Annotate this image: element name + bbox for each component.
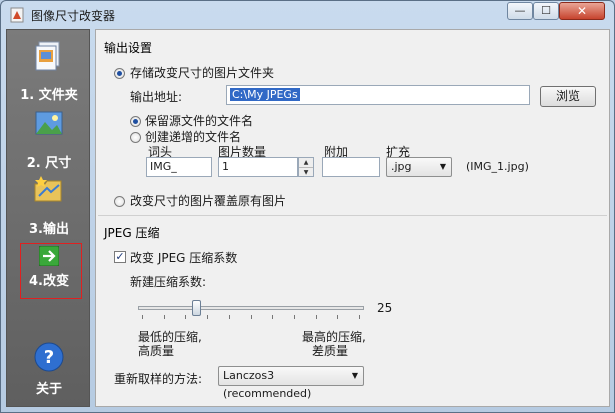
close-button[interactable]: ✕ bbox=[559, 2, 605, 20]
count-input[interactable]: 1 bbox=[218, 157, 298, 177]
sidebar-label-about: 关于 bbox=[35, 382, 62, 397]
slider-tick bbox=[250, 315, 252, 319]
help-icon: ? bbox=[34, 342, 64, 372]
sidebar-item-about[interactable]: ? 关于 bbox=[7, 340, 91, 404]
output-path-input[interactable]: C:\My JPEGs bbox=[226, 85, 530, 105]
suffix-input[interactable] bbox=[322, 157, 380, 177]
sidebar: 1. 文件夹 2. 尺寸 3.输出 4.改变 ? 关于 bbox=[6, 29, 90, 407]
output-folder-icon bbox=[34, 176, 62, 202]
compression-factor-label: 新建压缩系数: bbox=[130, 275, 207, 289]
jpeg-factor-checkbox-label: 改变 JPEG 压缩系数 bbox=[130, 251, 238, 265]
poor-quality-label: 差质量 bbox=[312, 344, 349, 358]
close-icon: ✕ bbox=[576, 4, 588, 18]
overwrite-radio[interactable] bbox=[114, 196, 125, 207]
jpeg-group-divider bbox=[98, 215, 607, 216]
main-panel: 输出设置 存储改变尺寸的图片文件夹 输出地址: C:\My JPEGs 浏览 保… bbox=[95, 29, 610, 407]
jpeg-group-title: JPEG 压缩 bbox=[104, 226, 160, 240]
store-folder-label: 存储改变尺寸的图片文件夹 bbox=[130, 66, 275, 80]
compression-value: 25 bbox=[377, 301, 393, 315]
sidebar-item-size[interactable]: 2. 尺寸 bbox=[7, 104, 91, 171]
slider-tick bbox=[359, 315, 360, 319]
resample-method-value: Lanczos3 (recommended) bbox=[223, 369, 312, 400]
maximize-icon: ☐ bbox=[541, 4, 551, 17]
prefix-input[interactable]: IMG_ bbox=[146, 157, 212, 177]
sidebar-item-change[interactable]: 4.改变 bbox=[7, 238, 91, 302]
store-folder-radio[interactable] bbox=[114, 68, 125, 79]
resample-method-select[interactable]: Lanczos3 (recommended) ▼ bbox=[218, 366, 364, 400]
stepper-down-icon[interactable]: ▼ bbox=[299, 168, 313, 177]
sidebar-label-output: 3.输出 bbox=[29, 222, 69, 237]
picture-resize-icon bbox=[35, 111, 63, 135]
svg-text:?: ? bbox=[44, 347, 54, 368]
filename-example: (IMG_1.jpg) bbox=[466, 160, 529, 173]
app-icon bbox=[10, 7, 24, 23]
high-quality-label: 高质量 bbox=[138, 344, 175, 358]
slider-tick bbox=[142, 315, 143, 319]
compression-slider-track[interactable] bbox=[138, 306, 364, 310]
keep-filename-label: 保留源文件的文件名 bbox=[145, 114, 254, 128]
title-bar: 图像尺寸改变器 — ☐ ✕ bbox=[1, 1, 614, 29]
slider-tick bbox=[293, 315, 295, 319]
minimize-icon: — bbox=[514, 4, 526, 17]
chevron-down-icon: ▼ bbox=[439, 162, 446, 171]
overwrite-label: 改变尺寸的图片覆盖原有图片 bbox=[130, 194, 287, 208]
sidebar-label-folder: 1. 文件夹 bbox=[20, 88, 78, 103]
count-stepper[interactable]: ▲ ▼ bbox=[298, 157, 314, 177]
keep-filename-radio[interactable] bbox=[130, 116, 141, 127]
minimize-button[interactable]: — bbox=[507, 2, 533, 20]
stepper-up-icon[interactable]: ▲ bbox=[299, 158, 313, 168]
app-window: 图像尺寸改变器 — ☐ ✕ 1. 文件夹 2. 尺寸 3.输出 4.改变 ? 关… bbox=[0, 0, 615, 413]
slider-tick bbox=[185, 315, 187, 319]
compression-slider-thumb[interactable] bbox=[192, 300, 202, 316]
extension-value: .jpg bbox=[391, 160, 412, 173]
green-arrow-icon bbox=[39, 246, 59, 266]
sidebar-label-size: 2. 尺寸 bbox=[26, 156, 72, 171]
output-path-value: C:\My JPEGs bbox=[230, 88, 300, 101]
browse-button[interactable]: 浏览 bbox=[540, 86, 596, 107]
sidebar-item-output[interactable]: 3.输出 bbox=[7, 170, 91, 237]
sidebar-item-folder[interactable]: 1. 文件夹 bbox=[7, 36, 91, 103]
slider-tick bbox=[272, 315, 274, 319]
extension-select[interactable]: .jpg ▼ bbox=[386, 157, 452, 177]
slider-tick bbox=[163, 315, 165, 319]
slider-tick bbox=[315, 315, 317, 319]
output-path-label: 输出地址: bbox=[130, 90, 183, 104]
resample-method-label: 重新取样的方法: bbox=[114, 372, 203, 386]
maximize-button[interactable]: ☐ bbox=[533, 2, 559, 20]
folder-document-icon bbox=[35, 41, 60, 71]
slider-tick bbox=[228, 315, 230, 319]
jpeg-factor-checkbox[interactable]: ✓ bbox=[114, 251, 126, 263]
slider-tick bbox=[207, 315, 209, 319]
window-title: 图像尺寸改变器 bbox=[31, 9, 116, 23]
sidebar-label-change: 4.改变 bbox=[29, 274, 69, 289]
chevron-down-icon: ▼ bbox=[351, 371, 358, 380]
slider-tick bbox=[337, 315, 339, 319]
output-group-title: 输出设置 bbox=[104, 41, 153, 55]
increment-filename-radio[interactable] bbox=[130, 132, 141, 143]
